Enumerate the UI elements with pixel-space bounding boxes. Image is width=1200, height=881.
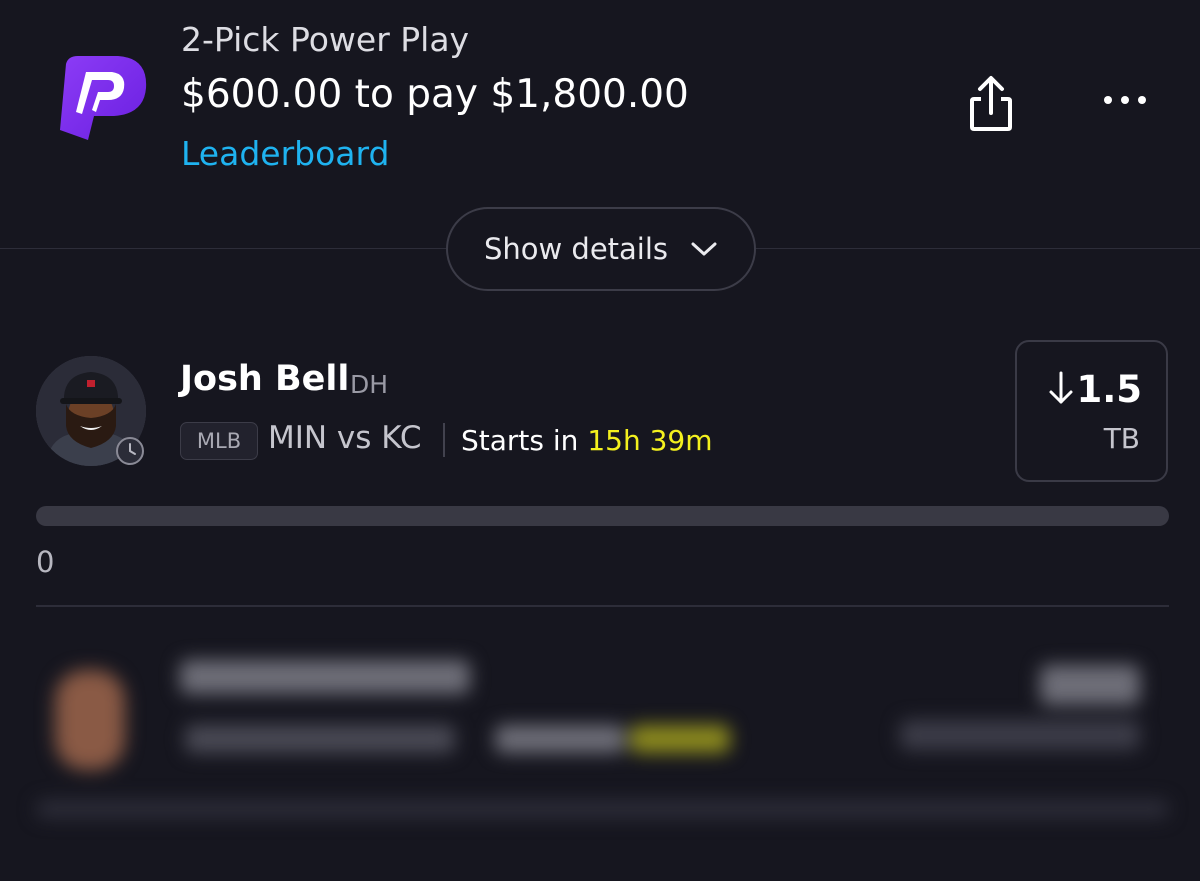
matchup-text: MIN vs KC <box>268 420 422 456</box>
show-details-label: Show details <box>483 232 669 266</box>
payout-summary: $600.00 to pay $1,800.00 <box>181 72 689 117</box>
line-stat: TB <box>1103 422 1140 455</box>
starts-prefix: Starts in <box>461 424 588 457</box>
show-details-button[interactable]: Show details <box>446 207 756 291</box>
line-value: 1.5 <box>1076 368 1142 411</box>
clock-icon <box>115 436 145 466</box>
league-badge: MLB <box>180 422 258 460</box>
player-position: DH <box>350 370 389 399</box>
arrow-down-icon <box>1047 370 1075 406</box>
share-button[interactable] <box>960 75 1022 133</box>
chevron-down-icon <box>690 240 718 258</box>
more-icon <box>1104 96 1146 104</box>
blurred-pick-card <box>0 610 1200 881</box>
start-time-text: Starts in 15h 39m <box>461 424 713 457</box>
pick-divider <box>36 605 1169 607</box>
starts-countdown: 15h 39m <box>587 424 713 457</box>
progress-bar <box>36 506 1169 526</box>
leaderboard-link[interactable]: Leaderboard <box>181 134 389 173</box>
play-title: 2-Pick Power Play <box>181 20 470 59</box>
app-logo <box>52 52 152 144</box>
separator <box>443 423 445 457</box>
more-options-button[interactable] <box>1098 86 1152 114</box>
player-name: Josh Bell <box>180 359 350 399</box>
progress-value: 0 <box>36 545 55 579</box>
projection-line-box[interactable]: 1.5 TB <box>1015 340 1168 482</box>
share-icon <box>970 76 1012 131</box>
